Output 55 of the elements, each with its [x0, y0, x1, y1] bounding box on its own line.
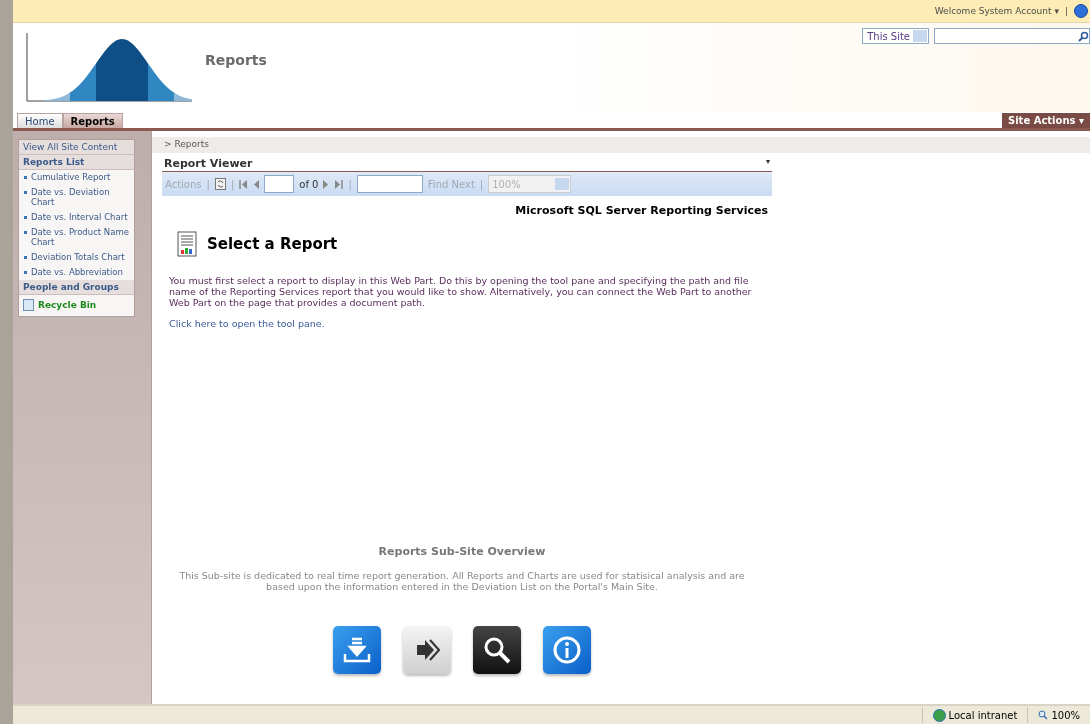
- previous-page-icon[interactable]: [253, 179, 260, 189]
- breadcrumb: > Reports: [152, 137, 1090, 153]
- view-all-site-content-link[interactable]: View All Site Content: [19, 140, 134, 155]
- overview-text: This Sub-site is dedicated to real time report generation. All Reports and Charts are used for statisical analysis and are based upon the information entered in the Deviation List on the Portal's Main Site.: [178, 570, 746, 592]
- find-field[interactable]: [356, 175, 423, 193]
- report-document-icon: [177, 231, 197, 257]
- page-count: of 0: [299, 178, 319, 190]
- separator: |: [1064, 6, 1068, 16]
- search-icon: [482, 635, 512, 665]
- instruction-text: You must first select a report to display in this Web Part. Do this by opening the tool pane and specifying the path and file name of the Reporting Services report that you would like to show. Alternatively, you can connect the Web Part to another Web Part on the page that provides a document path.: [169, 275, 753, 308]
- separator: |: [348, 178, 352, 190]
- nav-section-heading[interactable]: Reports List: [19, 155, 134, 170]
- next-page-icon[interactable]: [323, 179, 330, 189]
- nav-link[interactable]: Cumulative Report: [19, 170, 134, 185]
- nav-section-heading[interactable]: People and Groups: [19, 280, 134, 295]
- nav-link[interactable]: Date vs. Deviation Chart: [19, 185, 134, 210]
- overview-title: Reports Sub-Site Overview: [378, 545, 546, 558]
- separator: |: [206, 178, 210, 190]
- nav-link[interactable]: Date vs. Abbreviation: [19, 265, 134, 280]
- download-icon: [342, 636, 372, 664]
- nav-link[interactable]: Deviation Totals Chart: [19, 250, 134, 265]
- site-title: Reports: [205, 52, 267, 70]
- recycle-bin-icon: [23, 299, 34, 311]
- page-number-field[interactable]: [264, 175, 295, 193]
- zone-text: Local intranet: [948, 709, 1018, 721]
- product-name: Microsoft SQL Server Reporting Services: [514, 204, 769, 217]
- nav-tab[interactable]: Home: [17, 113, 63, 128]
- site-actions-menu[interactable]: Site Actions ▾: [1002, 113, 1090, 128]
- tile-button[interactable]: [333, 626, 381, 674]
- help-icon[interactable]: [1074, 4, 1088, 18]
- web-part-title: Report Viewer: [164, 157, 253, 170]
- recycle-bin-link[interactable]: Recycle Bin: [19, 295, 134, 316]
- search-icon[interactable]: [1078, 30, 1089, 42]
- welcome-menu[interactable]: Welcome System Account ▾: [934, 6, 1059, 16]
- last-page-icon[interactable]: [334, 179, 344, 189]
- select-report-heading: Select a Report: [207, 235, 338, 253]
- nav-link[interactable]: Date vs. Interval Chart: [19, 210, 134, 225]
- tile-button[interactable]: [403, 626, 451, 674]
- zoom-level[interactable]: 100%: [1051, 709, 1080, 721]
- nav-link[interactable]: Date vs. Product Name Chart: [19, 225, 134, 250]
- zoom-icon: [1038, 710, 1049, 720]
- refresh-icon[interactable]: [214, 178, 226, 190]
- web-part-menu-caret[interactable]: ▾: [766, 157, 770, 170]
- nav-tab[interactable]: Reports: [62, 113, 123, 128]
- tile-button[interactable]: [543, 626, 591, 674]
- tile-button[interactable]: [473, 626, 521, 674]
- info-icon: [552, 635, 582, 665]
- separator: |: [230, 178, 235, 190]
- chevron-arrow-icon: [414, 637, 440, 663]
- first-page-icon[interactable]: [239, 179, 249, 189]
- intranet-icon: [932, 708, 946, 722]
- open-tool-pane-link[interactable]: Click here to open the tool pane.: [169, 318, 772, 329]
- scope-select[interactable]: This Site: [862, 28, 929, 44]
- search-field[interactable]: [934, 28, 1090, 44]
- separator: |: [479, 178, 484, 190]
